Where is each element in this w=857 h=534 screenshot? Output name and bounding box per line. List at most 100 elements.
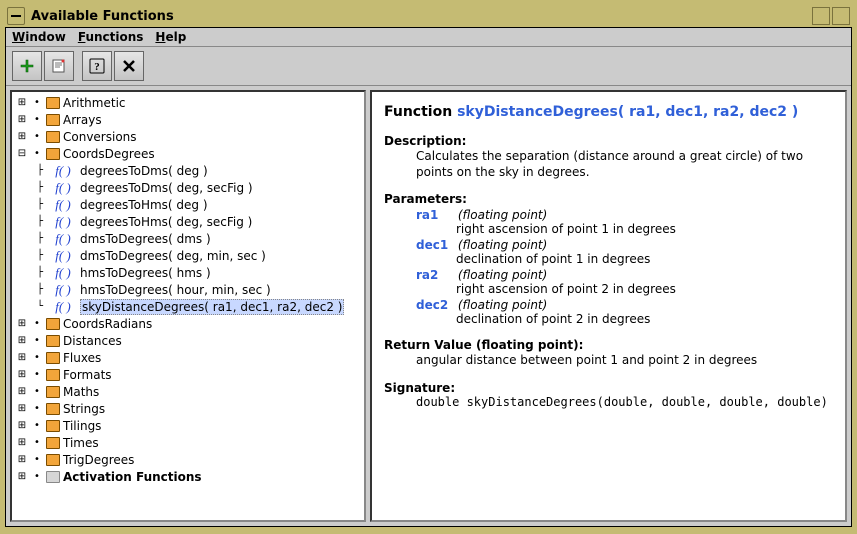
category-label: Maths [63, 385, 99, 399]
parameter-row: dec2 (floating point) [384, 298, 833, 312]
tree-function[interactable]: ├f( )dmsToDegrees( deg, min, sec ) [16, 247, 364, 264]
param-type: (floating point) [458, 268, 548, 282]
expand-icon[interactable]: ⊞ [16, 404, 28, 414]
expand-icon[interactable]: ⊞ [16, 336, 28, 346]
tree-category[interactable]: ⊞• Distances [16, 332, 364, 349]
expand-icon[interactable]: ⊞ [16, 455, 28, 465]
folder-icon [46, 97, 60, 109]
expand-icon[interactable]: ⊞ [16, 438, 28, 448]
help-icon: ? [89, 58, 105, 74]
category-label: Activation Functions [63, 470, 202, 484]
expand-icon[interactable]: ⊞ [16, 319, 28, 329]
folder-icon [46, 369, 60, 381]
tree-function[interactable]: └f( )skyDistanceDegrees( ra1, dec1, ra2,… [16, 298, 364, 315]
param-name: ra2 [416, 268, 454, 282]
node-bullet-icon: • [31, 353, 43, 363]
folder-icon [46, 335, 60, 347]
expand-icon[interactable]: ⊞ [16, 353, 28, 363]
node-bullet-icon: • [31, 336, 43, 346]
function-icon: f( ) [49, 163, 77, 179]
parameter-row: dec1 (floating point) [384, 238, 833, 252]
node-bullet-icon: • [31, 132, 43, 142]
minimize-button[interactable] [812, 7, 830, 25]
svg-text:?: ? [94, 61, 100, 73]
tree-category[interactable]: ⊟•CoordsDegrees [16, 145, 364, 162]
node-bullet-icon: • [31, 149, 43, 159]
syntax-document-button[interactable] [44, 51, 74, 81]
expand-icon[interactable]: ⊞ [16, 421, 28, 431]
function-icon: f( ) [49, 282, 77, 298]
tree-function[interactable]: ├f( )degreesToDms( deg, secFig ) [16, 179, 364, 196]
function-icon: f( ) [49, 197, 77, 213]
function-signature: skyDistanceDegrees( ra1, dec1, ra2, dec2… [80, 299, 344, 315]
tree-function[interactable]: ├f( )hmsToDegrees( hms ) [16, 264, 364, 281]
tree-category-activation[interactable]: ⊞• Activation Functions [16, 468, 364, 485]
close-button[interactable] [114, 51, 144, 81]
node-bullet-icon: • [31, 98, 43, 108]
expand-icon[interactable]: ⊞ [16, 472, 28, 482]
tree-category[interactable]: ⊞• Arithmetic [16, 94, 364, 111]
function-detail-panel: Function skyDistanceDegrees( ra1, dec1, … [370, 90, 847, 522]
function-signature: dmsToDegrees( deg, min, sec ) [80, 249, 266, 263]
tree-category[interactable]: ⊞•CoordsRadians [16, 315, 364, 332]
function-icon: f( ) [49, 299, 77, 315]
tree-category[interactable]: ⊞• Times [16, 434, 364, 451]
function-icon: f( ) [49, 231, 77, 247]
menu-functions[interactable]: Functions [78, 30, 144, 44]
expand-icon[interactable]: ⊞ [16, 370, 28, 380]
function-icon: f( ) [49, 265, 77, 281]
description-label: Description: [384, 134, 833, 148]
expand-icon[interactable]: ⊞ [16, 115, 28, 125]
function-signature: dmsToDegrees( dms ) [80, 232, 211, 246]
tree-connector-icon: ├ [34, 217, 46, 227]
tree-function[interactable]: ├f( )dmsToDegrees( dms ) [16, 230, 364, 247]
maximize-button[interactable] [832, 7, 850, 25]
function-tree-panel[interactable]: ⊞•Arithmetic⊞•Arrays⊞•Conversions⊟•Coord… [10, 90, 366, 522]
signature-text: double skyDistanceDegrees(double, double… [384, 395, 833, 409]
tree-connector-icon: ├ [34, 166, 46, 176]
node-bullet-icon: • [31, 472, 43, 482]
window-title: Available Functions [31, 9, 174, 24]
tree-function[interactable]: ├f( )degreesToHms( deg ) [16, 196, 364, 213]
expand-icon[interactable]: ⊞ [16, 98, 28, 108]
tree-category[interactable]: ⊞• Fluxes [16, 349, 364, 366]
node-bullet-icon: • [31, 438, 43, 448]
folder-icon [46, 318, 60, 330]
parameter-row: ra1 (floating point) [384, 208, 833, 222]
tree-function[interactable]: ├f( )hmsToDegrees( hour, min, sec ) [16, 281, 364, 298]
menu-help[interactable]: Help [155, 30, 186, 44]
titlebar[interactable]: Available Functions [5, 5, 852, 27]
node-bullet-icon: • [31, 455, 43, 465]
tree-category[interactable]: ⊞• Conversions [16, 128, 364, 145]
tree-category[interactable]: ⊞•TrigDegrees [16, 451, 364, 468]
add-function-button[interactable] [12, 51, 42, 81]
toolbar: ? [6, 47, 851, 86]
expand-icon[interactable]: ⊞ [16, 387, 28, 397]
category-label: Fluxes [63, 351, 101, 365]
category-label: Arithmetic [63, 96, 126, 110]
menu-window[interactable]: Window [12, 30, 66, 44]
menubar: Window Functions Help [6, 28, 851, 47]
tree-category[interactable]: ⊞•Strings [16, 400, 364, 417]
tree-category[interactable]: ⊞•Maths [16, 383, 364, 400]
category-label: Arrays [63, 113, 102, 127]
tree-category[interactable]: ⊞•Arrays [16, 111, 364, 128]
tree-connector-icon: ├ [34, 251, 46, 261]
collapse-icon[interactable]: ⊟ [16, 149, 28, 159]
expand-icon[interactable]: ⊞ [16, 132, 28, 142]
tree-function[interactable]: ├f( )degreesToDms( deg ) [16, 162, 364, 179]
category-label: Conversions [63, 130, 137, 144]
folder-icon [46, 471, 60, 483]
tree-function[interactable]: ├f( )degreesToHms( deg, secFig ) [16, 213, 364, 230]
help-button[interactable]: ? [82, 51, 112, 81]
category-label: Distances [63, 334, 122, 348]
node-bullet-icon: • [31, 421, 43, 431]
window-frame: Available Functions Window Functions Hel… [0, 0, 857, 534]
window-menu-button[interactable] [7, 7, 25, 25]
category-label: Times [63, 436, 99, 450]
parameter-row: ra2 (floating point) [384, 268, 833, 282]
window-body: Window Functions Help ? [5, 27, 852, 527]
tree-category[interactable]: ⊞•Tilings [16, 417, 364, 434]
tree-connector-icon: ├ [34, 183, 46, 193]
tree-category[interactable]: ⊞•Formats [16, 366, 364, 383]
